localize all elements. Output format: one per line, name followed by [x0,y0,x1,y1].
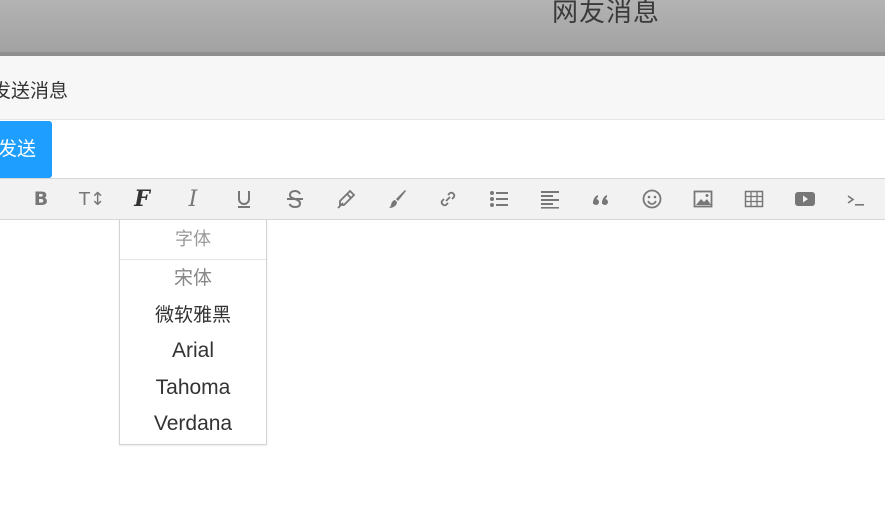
text-size-icon[interactable]: T↕ [73,179,111,219]
link-icon[interactable] [429,179,467,219]
table-icon[interactable] [735,179,773,219]
strikethrough-icon[interactable] [276,179,314,219]
italic-icon[interactable]: I [174,179,212,219]
text-size-glyph: T↕ [78,188,106,210]
font-option-tahoma[interactable]: Tahoma [120,370,266,407]
font-family-dropdown: 字体 宋体 微软雅黑 Arial Tahoma Verdana [119,220,267,445]
image-icon[interactable] [684,179,722,219]
background-color-icon[interactable] [378,179,416,219]
window-title-bar: 网友消息 [0,0,885,56]
font-option-songti[interactable]: 宋体 [120,260,266,297]
font-option-verdana[interactable]: Verdana [120,406,266,443]
italic-glyph: I [188,186,198,212]
font-family-icon[interactable]: F [123,179,161,219]
section-header: 发送消息 [0,56,885,120]
font-option-arial[interactable]: Arial [120,333,266,370]
section-title: 发送消息 [0,80,69,102]
window-title: 网友消息 [552,0,661,28]
code-icon[interactable] [837,179,875,219]
editor-toolbar: B T↕ F I [0,178,885,220]
unordered-list-icon[interactable] [480,179,518,219]
bold-icon[interactable]: B [22,179,60,219]
bold-glyph: B [33,188,49,210]
video-icon[interactable] [786,179,824,219]
underline-icon[interactable] [225,179,263,219]
align-left-icon[interactable] [531,179,569,219]
text-color-icon[interactable] [327,179,365,219]
font-family-glyph: F [134,186,150,212]
quote-icon[interactable] [582,179,620,219]
dropdown-title: 字体 [120,220,266,260]
emoticon-icon[interactable] [633,179,671,219]
font-option-microsoft-yahei[interactable]: 微软雅黑 [120,297,266,334]
send-button[interactable]: 发送 [0,121,52,178]
